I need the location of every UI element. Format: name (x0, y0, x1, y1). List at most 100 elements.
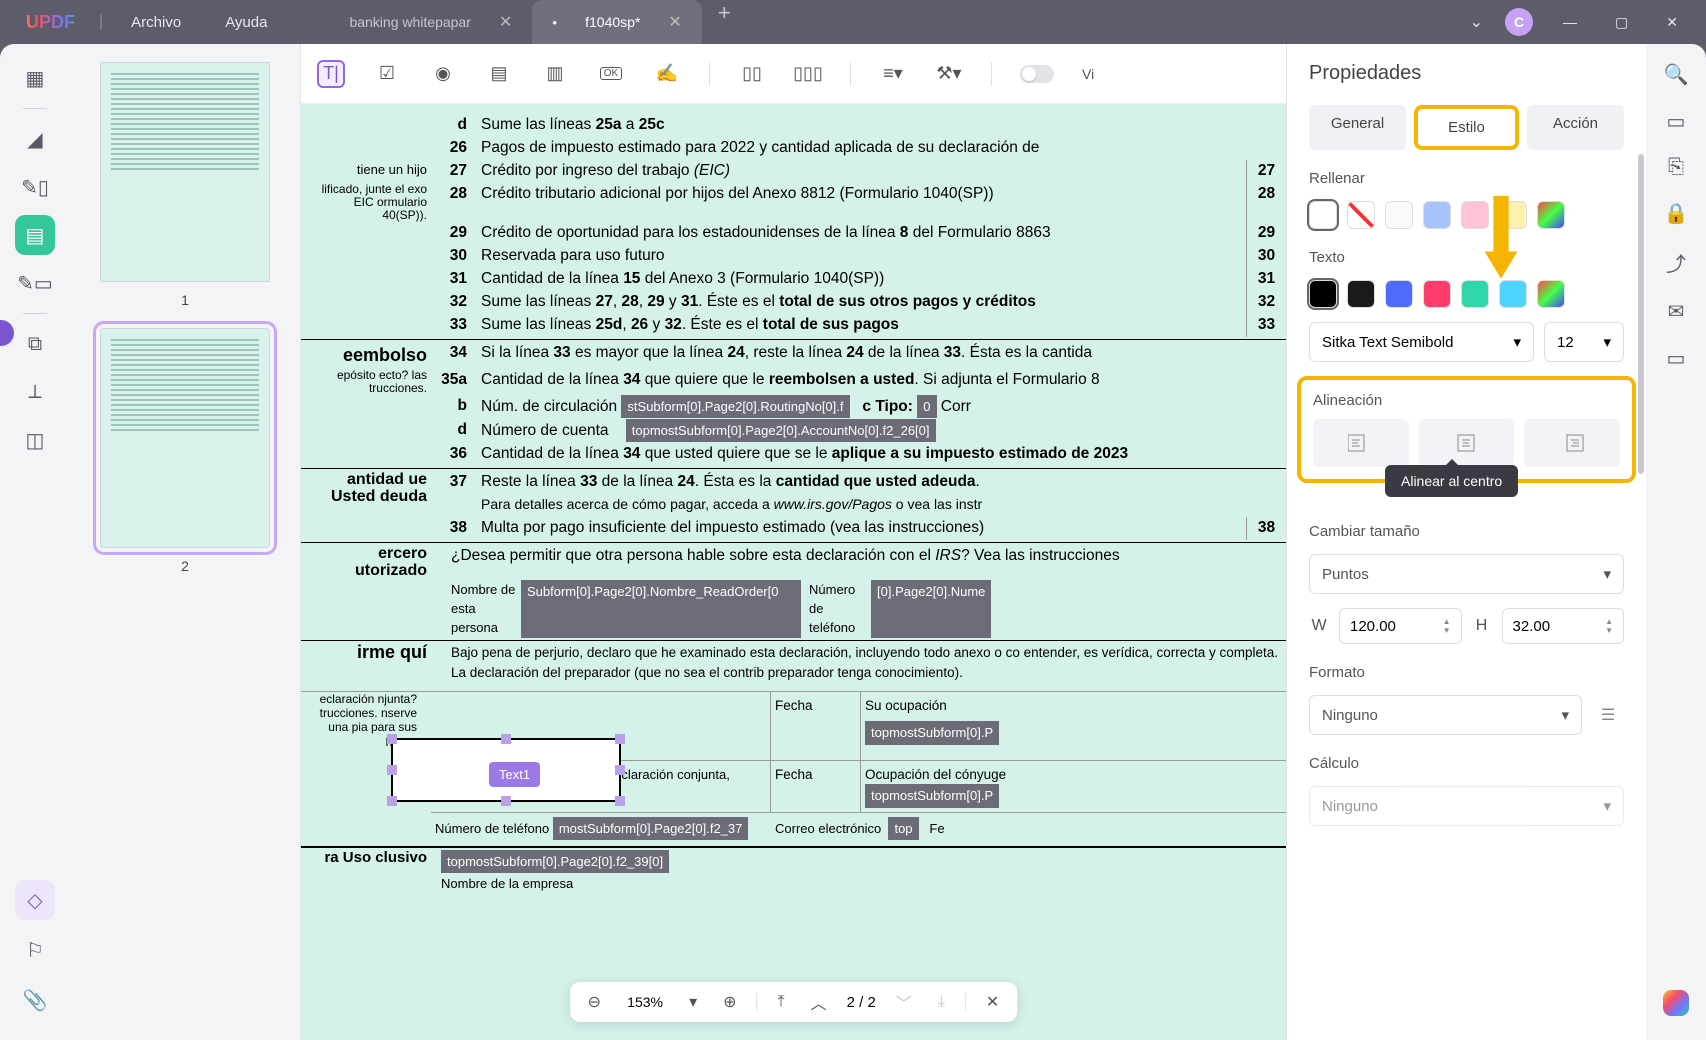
first-page-button[interactable]: ⤒ (772, 991, 791, 1013)
form-field-spouse-occ[interactable]: topmostSubform[0].P (865, 784, 999, 807)
width-input[interactable]: 120.00 ▲▼ (1339, 608, 1462, 644)
distribute-tool[interactable]: ▯▯▯ (794, 60, 822, 88)
page-thumbnail-1[interactable] (100, 62, 270, 282)
listbox-tool[interactable]: ▤ (485, 60, 513, 88)
color-picker[interactable] (1537, 280, 1565, 308)
font-family-select[interactable]: Sitka Text Semibold▾ (1309, 322, 1534, 362)
color-swatch[interactable] (1385, 201, 1413, 229)
brand-icon[interactable] (1663, 990, 1689, 1016)
current-page[interactable]: 2 (847, 994, 855, 1011)
color-swatch-none[interactable] (1347, 201, 1375, 229)
zoom-in-button[interactable]: ⊕ (717, 990, 742, 1014)
stepper-icon[interactable]: ▲▼ (1605, 617, 1613, 635)
close-button[interactable]: ✕ (1658, 14, 1686, 31)
search-icon[interactable]: 🔍 (1664, 62, 1689, 87)
height-input[interactable]: 32.00▲▼ (1502, 608, 1625, 644)
form-field-account[interactable]: topmostSubform[0].Page2[0].AccountNo[0].… (626, 419, 936, 442)
dropdown-tool[interactable]: ▥ (541, 60, 569, 88)
form-field-email[interactable]: top (888, 817, 918, 840)
document-scroll[interactable]: dSume las líneas 25a a 25c 26Pagos de im… (301, 104, 1286, 1040)
text-field-tool[interactable]: T| (317, 60, 345, 88)
highlight-tool[interactable]: ◢ (15, 119, 55, 159)
align-right-button[interactable] (1524, 419, 1620, 467)
color-swatch[interactable] (1309, 201, 1337, 229)
margin-note: epósito ecto? las trucciones. (311, 369, 441, 395)
chevron-down-icon[interactable]: ⌄ (1470, 12, 1483, 32)
thumbnail-tool[interactable]: ▦ (15, 58, 55, 98)
tab-banking[interactable]: banking whitepapar ✕ (329, 0, 532, 44)
scrollbar[interactable] (1638, 154, 1644, 474)
selected-form-field[interactable]: Text1 (391, 738, 621, 802)
bookmark-button[interactable]: ⚐ (15, 930, 55, 970)
tab-general[interactable]: General (1309, 105, 1406, 150)
checkbox-tool[interactable]: ☑ (373, 60, 401, 88)
ocr-icon[interactable]: ▭ (1667, 109, 1686, 134)
user-avatar[interactable]: C (1505, 8, 1533, 36)
form-field-preparer[interactable]: topmostSubform[0].Page2[0].f2_39[0] (441, 850, 669, 873)
annotate-tool[interactable]: ✎▯ (15, 167, 55, 207)
color-picker[interactable] (1537, 201, 1565, 229)
attachment-button[interactable]: 📎 (15, 980, 55, 1020)
form-field-third-phone[interactable]: [0].Page2[0].Nume (871, 580, 991, 638)
add-tab-button[interactable]: + (702, 0, 747, 44)
section-third-party: ercero utorizado (311, 545, 441, 580)
close-icon[interactable]: ✕ (668, 12, 681, 32)
form-field-type[interactable]: 0 (917, 395, 936, 418)
minimize-button[interactable]: — (1555, 14, 1585, 30)
button-tool[interactable]: OK (597, 60, 625, 88)
font-size-select[interactable]: 12▾ (1544, 322, 1624, 362)
color-swatch[interactable] (1347, 280, 1375, 308)
print-icon[interactable]: ▭ (1667, 346, 1686, 371)
width-value: 120.00 (1350, 618, 1396, 635)
close-controls-button[interactable]: ✕ (980, 990, 1005, 1014)
units-select[interactable]: Puntos▾ (1309, 554, 1624, 594)
form-field-third-name[interactable]: Subform[0].Page2[0].Nombre_ReadOrder[0 (521, 580, 801, 638)
preview-toggle[interactable] (1020, 65, 1054, 83)
color-swatch[interactable] (1423, 280, 1451, 308)
form-field-routing[interactable]: stSubform[0].Page2[0].RoutingNo[0].f (621, 395, 849, 418)
form-edit-tool[interactable]: ▤ (15, 215, 55, 255)
align-center-button[interactable] (1419, 419, 1515, 467)
maximize-button[interactable]: ▢ (1607, 14, 1636, 31)
format-settings-button[interactable]: ☰ (1592, 699, 1624, 731)
convert-icon[interactable]: ⎘ (1668, 156, 1684, 179)
next-page-button[interactable]: ﹀ (890, 988, 918, 1016)
calc-select[interactable]: Ninguno▾ (1309, 786, 1624, 826)
crop-tool[interactable]: ⟂ (15, 372, 55, 412)
layers-button[interactable]: ◇ (15, 880, 55, 920)
compare-tool[interactable]: ◫ (15, 420, 55, 460)
tab-style[interactable]: Estilo (1414, 105, 1519, 150)
menu-file[interactable]: Archivo (109, 14, 203, 31)
titlebar: UPDF | Archivo Ayuda banking whitepapar … (0, 0, 1706, 44)
order-tool[interactable]: ≡▾ (879, 60, 907, 88)
page-thumbnail-2[interactable] (100, 328, 270, 548)
tab-f1040sp[interactable]: ● f1040sp* ✕ (532, 0, 702, 44)
color-swatch[interactable] (1309, 280, 1337, 308)
close-icon[interactable]: ✕ (499, 12, 512, 32)
form-field-phone[interactable]: mostSubform[0].Page2[0].f2_37 (553, 817, 749, 840)
align-tool[interactable]: ▯▯ (738, 60, 766, 88)
color-swatch[interactable] (1423, 201, 1451, 229)
zoom-out-button[interactable]: ⊖ (582, 990, 607, 1014)
last-page-button[interactable]: ⤓ (932, 991, 951, 1013)
form-field-occupation[interactable]: topmostSubform[0].P (865, 721, 999, 744)
prev-page-button[interactable]: ︿ (805, 988, 833, 1016)
tab-action[interactable]: Acción (1527, 105, 1624, 150)
zoom-level[interactable]: 153% (621, 994, 669, 1010)
stepper-icon[interactable]: ▲▼ (1443, 617, 1451, 635)
protect-icon[interactable]: 🔒 (1664, 201, 1689, 226)
tools-tool[interactable]: ⚒▾ (935, 60, 963, 88)
share-icon[interactable]: ⤴ (1666, 248, 1686, 277)
menu-help[interactable]: Ayuda (203, 14, 289, 31)
signature-tool[interactable]: ✍ (653, 60, 681, 88)
radio-tool[interactable]: ◉ (429, 60, 457, 88)
zoom-dropdown[interactable]: ▾ (683, 990, 703, 1014)
tab-label: banking whitepapar (349, 14, 470, 30)
sign-tool[interactable]: ✎▭ (15, 263, 55, 303)
format-select[interactable]: Ninguno▾ (1309, 695, 1582, 735)
align-left-button[interactable] (1313, 419, 1409, 467)
color-swatch[interactable] (1385, 280, 1413, 308)
line-text: Multa por pago insuficiente del impuesto… (481, 517, 1246, 540)
email-icon[interactable]: ✉ (1668, 299, 1685, 324)
pages-tool[interactable]: ⧉ (15, 324, 55, 364)
